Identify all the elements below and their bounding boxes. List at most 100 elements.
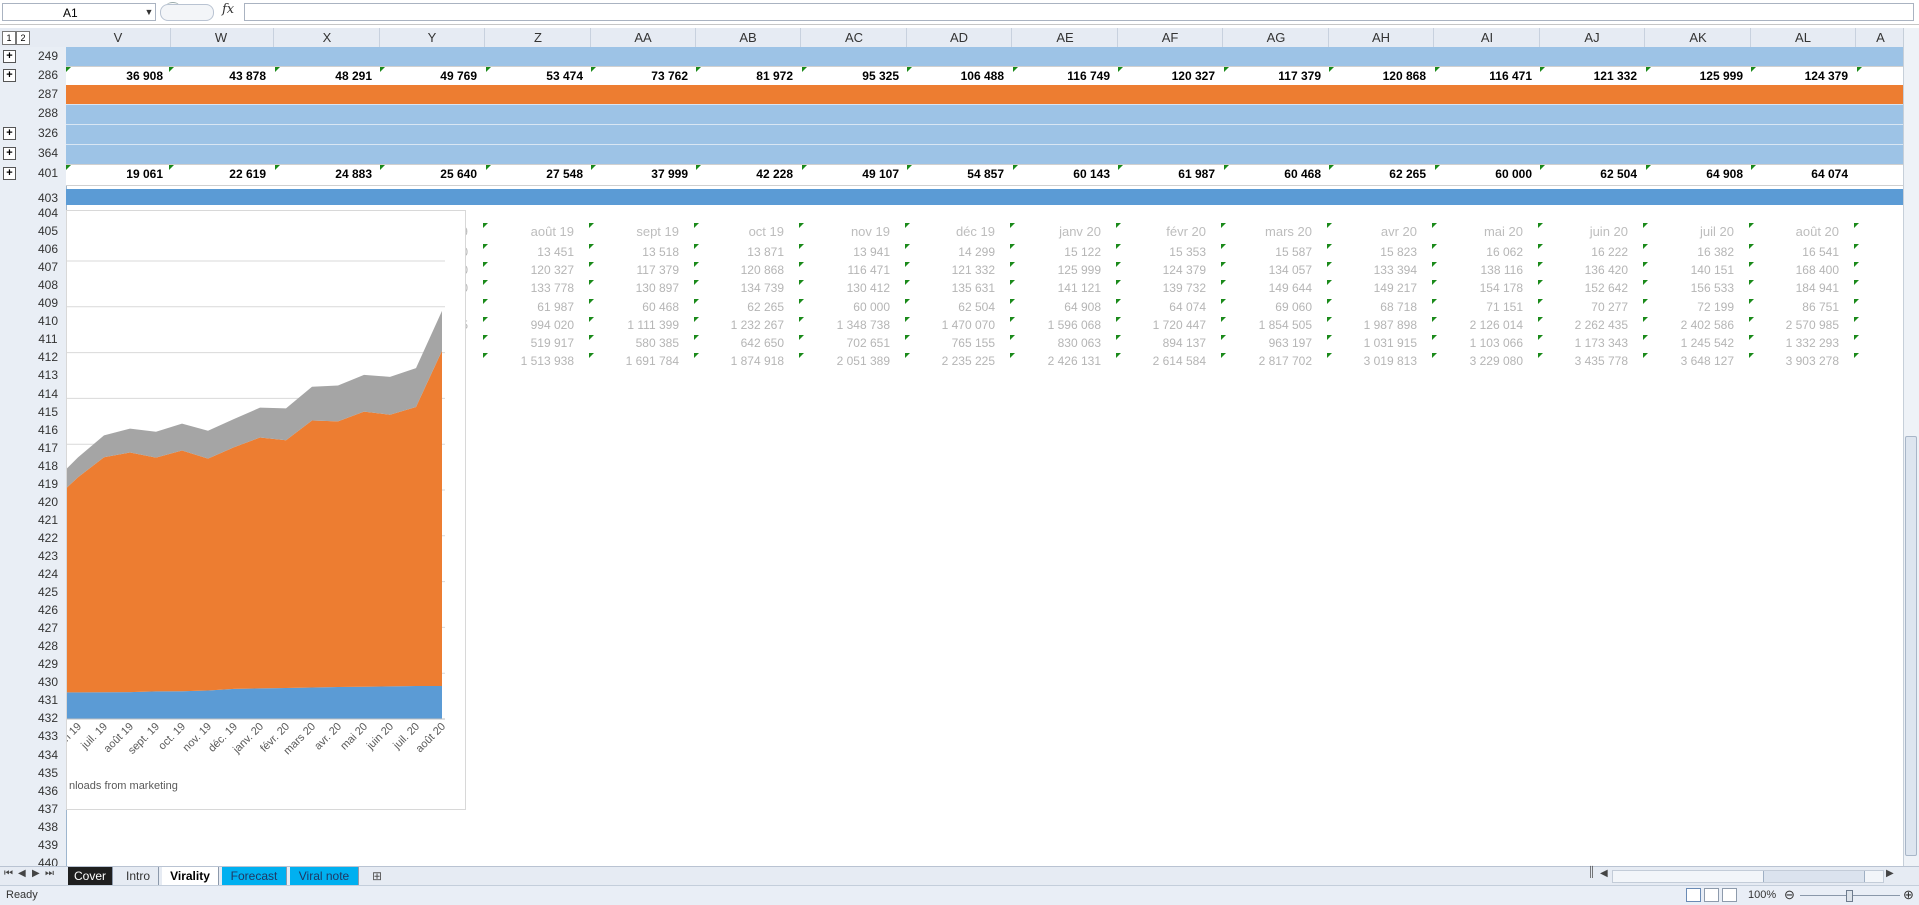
table-cell[interactable]: 43 878: [186, 69, 266, 83]
table-cell[interactable]: 702 651: [810, 336, 890, 350]
name-box[interactable]: A1: [2, 3, 156, 21]
table-cell[interactable]: 3 435 778: [1548, 354, 1628, 368]
row-header[interactable]: 405: [30, 224, 66, 238]
table-cell[interactable]: 70 277: [1548, 300, 1628, 314]
table-cell[interactable]: 60 000: [810, 300, 890, 314]
month-header-cell[interactable]: févr 20: [1126, 224, 1206, 239]
table-cell[interactable]: 64 908: [1021, 300, 1101, 314]
table-cell[interactable]: 53 474: [503, 69, 583, 83]
row-header[interactable]: 437: [30, 802, 66, 816]
row-header[interactable]: 433: [30, 729, 66, 743]
table-cell[interactable]: 134 739: [704, 281, 784, 295]
row-header[interactable]: 249: [30, 49, 66, 63]
chevron-down-icon[interactable]: ▼: [142, 3, 156, 21]
expand-group-icon[interactable]: +: [3, 50, 16, 63]
row-header[interactable]: 421: [30, 513, 66, 527]
table-cell[interactable]: 2 051 389: [810, 354, 890, 368]
table-cell[interactable]: 120 868: [704, 263, 784, 277]
table-cell[interactable]: 125 999: [1021, 263, 1101, 277]
table-cell[interactable]: 72 199: [1654, 300, 1734, 314]
expand-group-icon[interactable]: +: [3, 147, 16, 160]
sheet-tab-intro[interactable]: Intro: [118, 867, 159, 885]
table-cell[interactable]: 14 299: [915, 245, 995, 259]
table-cell[interactable]: 15 122: [1021, 245, 1101, 259]
zoom-slider-thumb[interactable]: [1846, 890, 1853, 902]
table-cell[interactable]: 2 235 225: [915, 354, 995, 368]
table-cell[interactable]: 3 648 127: [1654, 354, 1734, 368]
column-header-V[interactable]: V: [66, 28, 171, 47]
table-cell[interactable]: 156 533: [1654, 281, 1734, 295]
row-header[interactable]: 411: [30, 332, 66, 346]
table-cell[interactable]: 13 518: [599, 245, 679, 259]
table-cell[interactable]: 133 778: [494, 281, 574, 295]
table-cell[interactable]: 3 019 813: [1337, 354, 1417, 368]
scroll-right-icon[interactable]: ▶: [1886, 868, 1894, 879]
column-header-AK[interactable]: AK: [1646, 28, 1751, 47]
row-header[interactable]: 408: [30, 278, 66, 292]
zoom-out-icon[interactable]: ⊖: [1784, 887, 1795, 903]
row-header[interactable]: 414: [30, 387, 66, 401]
row-header[interactable]: 407: [30, 260, 66, 274]
scroll-left-icon[interactable]: ◀: [1600, 868, 1608, 879]
table-cell[interactable]: 580 385: [599, 336, 679, 350]
table-cell[interactable]: 125 999: [1663, 69, 1743, 83]
row-header[interactable]: 435: [30, 766, 66, 780]
row-header[interactable]: 288: [30, 106, 66, 120]
table-cell[interactable]: 141 121: [1021, 281, 1101, 295]
table-cell[interactable]: 16 062: [1443, 245, 1523, 259]
table-cell[interactable]: 1 348 738: [810, 318, 890, 332]
table-cell[interactable]: 149 644: [1232, 281, 1312, 295]
month-header-cell[interactable]: août 20: [1759, 224, 1839, 239]
table-cell[interactable]: 1 173 343: [1548, 336, 1628, 350]
expand-group-icon[interactable]: +: [3, 69, 16, 82]
table-cell[interactable]: 138 116: [1443, 263, 1524, 277]
zoom-level[interactable]: 100%: [1748, 889, 1776, 901]
page-break-preview-icon[interactable]: [1722, 888, 1737, 902]
column-header-AJ[interactable]: AJ: [1540, 28, 1645, 47]
table-cell[interactable]: 60 468: [1241, 167, 1321, 181]
split-handle-icon[interactable]: ║: [1588, 867, 1595, 878]
table-cell[interactable]: 124 379: [1768, 69, 1848, 83]
row-header[interactable]: 420: [30, 495, 66, 509]
table-cell[interactable]: 62 265: [1346, 167, 1426, 181]
column-header-AD[interactable]: AD: [907, 28, 1012, 47]
table-cell[interactable]: 1 103 066: [1443, 336, 1523, 350]
table-cell[interactable]: 62 265: [704, 300, 784, 314]
table-cell[interactable]: 1 232 267: [704, 318, 784, 332]
row-header[interactable]: 401: [30, 166, 66, 180]
table-cell[interactable]: 16 222: [1548, 245, 1628, 259]
table-cell[interactable]: 60 143: [1030, 167, 1110, 181]
sheet-tab-forecast[interactable]: Forecast: [222, 867, 287, 885]
table-cell[interactable]: 140 151: [1654, 263, 1734, 277]
column-header-A[interactable]: A: [1857, 28, 1905, 47]
row-header[interactable]: 364: [30, 146, 66, 160]
row-header[interactable]: 404: [30, 206, 66, 220]
row-header[interactable]: 438: [30, 820, 66, 834]
table-cell[interactable]: 36 908: [83, 69, 163, 83]
table-cell[interactable]: 13 451: [494, 245, 574, 259]
month-header-cell[interactable]: mai 20: [1443, 224, 1523, 239]
table-cell[interactable]: 121 332: [915, 263, 995, 277]
table-cell[interactable]: 765 155: [915, 336, 995, 350]
table-cell[interactable]: 152 642: [1548, 281, 1628, 295]
table-cell[interactable]: 54 857: [924, 167, 1004, 181]
table-cell[interactable]: 13 871: [704, 245, 784, 259]
row-header[interactable]: 429: [30, 657, 66, 671]
row-header[interactable]: 410: [30, 314, 66, 328]
sheet-tab-viral-note[interactable]: Viral note: [290, 867, 359, 885]
column-header-AL[interactable]: AL: [1751, 28, 1856, 47]
table-cell[interactable]: 1 874 918: [704, 354, 784, 368]
table-cell[interactable]: 134 057: [1232, 263, 1312, 277]
table-cell[interactable]: 61 987: [1135, 167, 1215, 181]
table-cell[interactable]: 1 111 399: [599, 318, 679, 332]
table-cell[interactable]: 69 060: [1232, 300, 1312, 314]
table-cell[interactable]: 61 987: [494, 300, 574, 314]
table-cell[interactable]: 2 126 014: [1443, 318, 1523, 332]
table-cell[interactable]: 519 917: [494, 336, 574, 350]
row-header[interactable]: 427: [30, 621, 66, 635]
table-cell[interactable]: 1 691 784: [599, 354, 679, 368]
table-cell[interactable]: 37 999: [608, 167, 688, 181]
table-cell[interactable]: 116 471: [810, 263, 891, 277]
month-header-cell[interactable]: avr 20: [1337, 224, 1417, 239]
table-cell[interactable]: 15 587: [1232, 245, 1312, 259]
